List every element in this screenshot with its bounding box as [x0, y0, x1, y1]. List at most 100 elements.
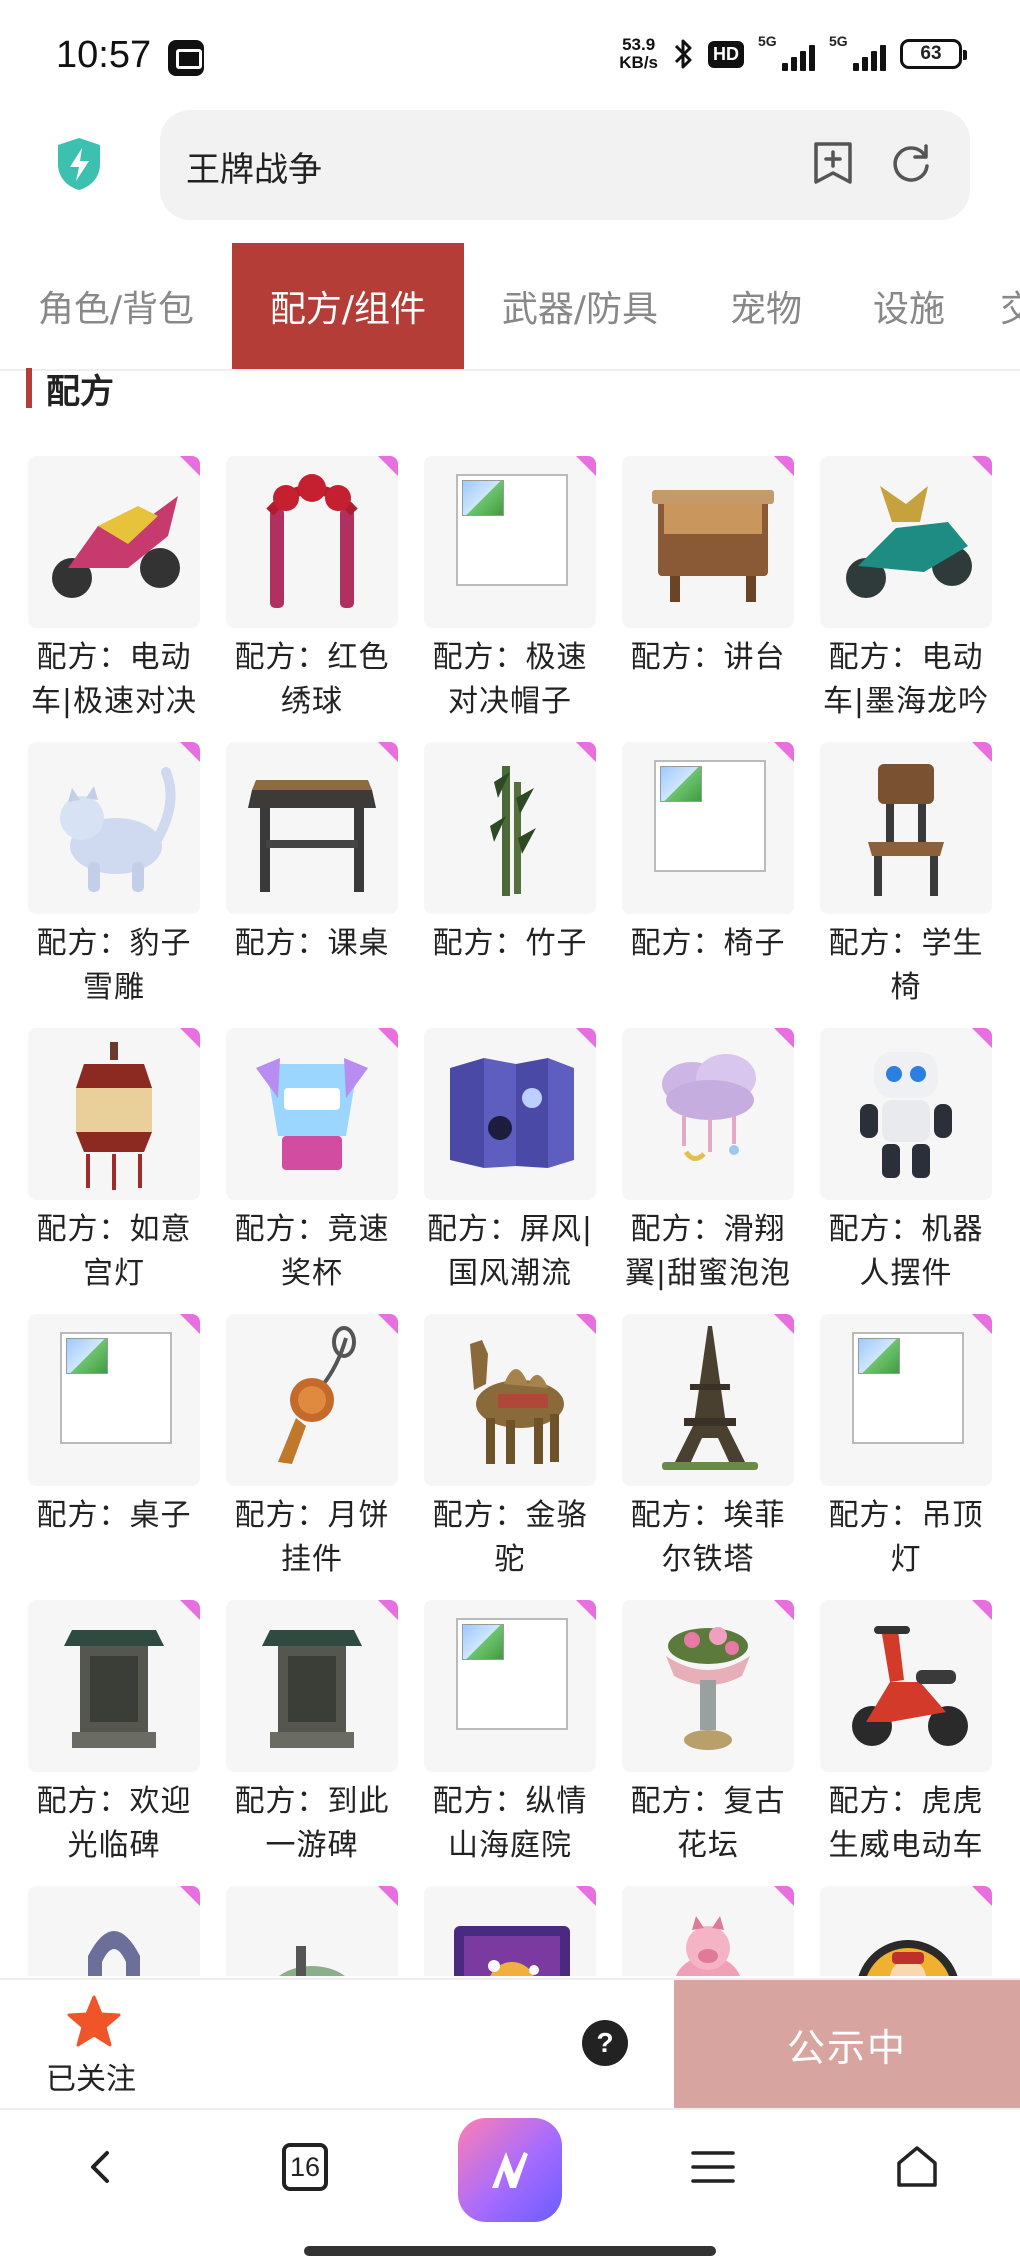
star-icon[interactable]	[66, 1994, 122, 2050]
recipe-name-line1: 配方：桌子	[36, 1498, 192, 1533]
recipe-card[interactable]	[226, 1886, 398, 1976]
recipe-name-line2: 宫灯	[83, 1256, 145, 1291]
tabs-button[interactable]: 16	[270, 2132, 340, 2202]
recipe-card[interactable]: 配方：电动 车|极速对决	[28, 456, 200, 724]
recipe-card[interactable]	[622, 1886, 794, 1976]
follow-button[interactable]: 已关注	[46, 2054, 136, 2098]
recipe-thumbnail[interactable]	[622, 1028, 794, 1200]
recipe-name-line2: 对决帽子	[448, 684, 572, 719]
browser-logo-icon[interactable]	[458, 2118, 562, 2222]
menu-icon[interactable]	[678, 2132, 748, 2202]
recipe-card[interactable]: 配方：吊顶灯	[820, 1314, 992, 1582]
help-icon[interactable]: ?	[582, 2020, 628, 2066]
tab-facility[interactable]: 设施	[836, 243, 982, 369]
recipe-thumbnail[interactable]	[28, 1028, 200, 1200]
recipe-card[interactable]: 配方：虎虎 生威电动车	[820, 1600, 992, 1868]
recipe-thumbnail[interactable]	[226, 1028, 398, 1200]
recipe-name-line1: 配方：讲台	[630, 640, 786, 675]
recipe-thumbnail[interactable]	[622, 1314, 794, 1486]
home-icon[interactable]	[882, 2132, 952, 2202]
recipe-thumbnail[interactable]	[622, 1600, 794, 1772]
recipe-card[interactable]: 配方：复古 花坛	[622, 1600, 794, 1868]
recipe-thumbnail[interactable]	[424, 1600, 596, 1772]
network-speed-value: 53.9	[622, 35, 656, 54]
recipe-card[interactable]: 配方：埃菲 尔铁塔	[622, 1314, 794, 1582]
recipe-thumbnail[interactable]	[424, 456, 596, 628]
back-icon[interactable]	[66, 2132, 136, 2202]
tab-weapon-armor[interactable]: 武器/防具	[464, 243, 696, 369]
recipe-thumbnail[interactable]	[820, 1886, 992, 1976]
recipe-thumbnail[interactable]	[424, 1886, 596, 1976]
recipe-card[interactable]: 配方：竹子	[424, 742, 596, 1010]
recipe-thumbnail[interactable]	[424, 742, 596, 914]
recipe-thumbnail[interactable]	[820, 1028, 992, 1200]
recipe-card[interactable]: 配方：极速 对决帽子	[424, 456, 596, 724]
recipe-card[interactable]	[820, 1886, 992, 1976]
recipe-name: 配方：纵情 山海庭院	[424, 1780, 596, 1868]
recipe-name-line1: 配方：月饼	[234, 1498, 390, 1533]
recipe-name: 配方：桌子	[28, 1494, 200, 1582]
recipe-thumbnail[interactable]	[424, 1314, 596, 1486]
refresh-icon[interactable]	[890, 142, 932, 184]
publicity-status-button[interactable]: 公示中	[674, 1980, 1020, 2108]
recipe-thumbnail[interactable]	[820, 1600, 992, 1772]
recipe-thumbnail[interactable]	[226, 456, 398, 628]
recipe-card[interactable]: 配方：滑翔 翼|甜蜜泡泡	[622, 1028, 794, 1296]
recipe-name-line2: 国风潮流	[448, 1256, 572, 1291]
recipe-name-line1: 配方：学生	[828, 926, 984, 961]
recipe-thumbnail[interactable]	[28, 456, 200, 628]
recipe-card[interactable]	[424, 1886, 596, 1976]
recipe-card[interactable]: 配方：到此 一游碑	[226, 1600, 398, 1868]
recipe-card[interactable]	[28, 1886, 200, 1976]
network-speed-unit: KB/s	[619, 53, 658, 72]
recipe-card[interactable]: 配方：课桌	[226, 742, 398, 1010]
sim1-network-label: 5G	[758, 33, 777, 49]
home-indicator[interactable]	[304, 2246, 716, 2256]
recipe-thumbnail[interactable]	[28, 1600, 200, 1772]
recipe-card[interactable]: 配方：学生椅	[820, 742, 992, 1010]
recipe-card[interactable]: 配方：屏风| 国风潮流	[424, 1028, 596, 1296]
recipe-thumbnail[interactable]	[28, 742, 200, 914]
recipe-card[interactable]: 配方：欢迎 光临碑	[28, 1600, 200, 1868]
recipe-thumbnail[interactable]	[820, 1314, 992, 1486]
recipe-name-line1: 配方：电动	[36, 640, 192, 675]
recipe-card[interactable]: 配方：机器 人摆件	[820, 1028, 992, 1296]
recipe-card[interactable]: 配方：椅子	[622, 742, 794, 1010]
broken-image-icon	[654, 760, 766, 872]
recipe-card[interactable]: 配方：金骆驼	[424, 1314, 596, 1582]
recipe-thumbnail[interactable]	[28, 1886, 200, 1976]
recipe-card[interactable]: 配方：桌子	[28, 1314, 200, 1582]
recipe-card[interactable]: 配方：讲台	[622, 456, 794, 724]
recipe-card[interactable]: 配方：月饼 挂件	[226, 1314, 398, 1582]
recipe-thumbnail[interactable]	[226, 1886, 398, 1976]
recipe-name: 配方：豹子 雪雕	[28, 922, 200, 1010]
recipe-thumbnail[interactable]	[622, 456, 794, 628]
bluetooth-icon	[672, 36, 694, 72]
recipe-thumbnail[interactable]	[424, 1028, 596, 1200]
recipe-card[interactable]: 配方：红色 绣球	[226, 456, 398, 724]
tab-role-backpack[interactable]: 角色/背包	[0, 243, 232, 369]
recipe-thumbnail[interactable]	[820, 456, 992, 628]
tab-trade[interactable]: 交	[1000, 243, 1020, 369]
recipe-card[interactable]: 配方：如意 宫灯	[28, 1028, 200, 1296]
recipe-card[interactable]: 配方：纵情 山海庭院	[424, 1600, 596, 1868]
shield-icon[interactable]	[54, 136, 104, 192]
recipe-thumbnail[interactable]	[28, 1314, 200, 1486]
recipe-thumbnail[interactable]	[226, 1600, 398, 1772]
tab-pet[interactable]: 宠物	[696, 243, 836, 369]
tab-recipe-component[interactable]: 配方/组件	[232, 243, 464, 369]
recipe-thumbnail[interactable]	[226, 1314, 398, 1486]
recipe-thumbnail[interactable]	[820, 742, 992, 914]
recipe-name: 配方：如意 宫灯	[28, 1208, 200, 1296]
recipe-card[interactable]: 配方：竞速 奖杯	[226, 1028, 398, 1296]
recipe-thumbnail[interactable]	[622, 1886, 794, 1976]
recipe-thumbnail[interactable]	[622, 742, 794, 914]
recipe-name-line2: 生威电动车	[828, 1828, 984, 1863]
recipe-thumbnail[interactable]	[226, 742, 398, 914]
search-bar[interactable]: 王牌战争	[160, 110, 970, 220]
recipe-name: 配方：椅子	[622, 922, 794, 1010]
add-bookmark-icon[interactable]	[812, 140, 854, 186]
search-input[interactable]: 王牌战争	[186, 142, 322, 191]
recipe-card[interactable]: 配方：豹子 雪雕	[28, 742, 200, 1010]
recipe-card[interactable]: 配方：电动 车|墨海龙吟	[820, 456, 992, 724]
